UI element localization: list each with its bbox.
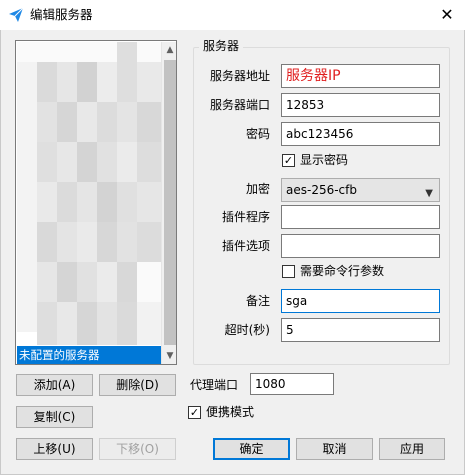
- move-up-button[interactable]: 上移(U): [16, 438, 93, 460]
- plugin-options-input[interactable]: [281, 234, 440, 258]
- portable-mode-label[interactable]: 便携模式: [206, 404, 254, 420]
- scroll-down-icon[interactable]: ▼: [162, 348, 176, 364]
- cancel-button[interactable]: 取消: [296, 438, 373, 460]
- encryption-select[interactable]: aes-256-cfb ▼: [281, 178, 440, 202]
- server-listbox[interactable]: 未配置的服务器 ▲ ▼: [15, 40, 177, 365]
- plugin-options-label: 插件选项: [221, 239, 270, 253]
- proxy-port-label: 代理端口: [190, 378, 239, 392]
- remarks-label: 备注: [245, 294, 270, 308]
- port-label: 服务器端口: [209, 98, 270, 112]
- title-bar: 编辑服务器 ✕: [0, 0, 465, 30]
- show-password-label[interactable]: 显示密码: [300, 152, 348, 168]
- timeout-input[interactable]: 5: [281, 318, 440, 342]
- encryption-label: 加密: [245, 182, 270, 196]
- needs-cmdline-checkbox[interactable]: [282, 265, 295, 278]
- server-group-legend: 服务器: [199, 38, 244, 54]
- list-item-selected[interactable]: 未配置的服务器: [17, 346, 161, 364]
- apply-button[interactable]: 应用: [379, 438, 445, 460]
- close-icon[interactable]: ✕: [436, 4, 458, 26]
- address-label: 服务器地址: [209, 69, 270, 83]
- show-password-checkbox[interactable]: ✓: [282, 154, 295, 167]
- window-title: 编辑服务器: [30, 7, 93, 22]
- move-down-button[interactable]: 下移(O): [99, 438, 176, 460]
- needs-cmdline-label[interactable]: 需要命令行参数: [300, 263, 384, 279]
- list-scrollbar[interactable]: ▲ ▼: [161, 42, 176, 364]
- delete-button[interactable]: 删除(D): [99, 374, 176, 396]
- port-input[interactable]: 12853: [281, 93, 440, 117]
- add-button[interactable]: 添加(A): [16, 374, 93, 396]
- password-input[interactable]: abc123456: [281, 122, 440, 146]
- portable-mode-checkbox[interactable]: ✓: [188, 406, 201, 419]
- blurred-list-content: [17, 42, 161, 345]
- plugin-input[interactable]: [281, 205, 440, 229]
- remarks-input[interactable]: sga: [281, 289, 440, 313]
- copy-button[interactable]: 复制(C): [16, 406, 93, 428]
- timeout-label: 超时(秒): [224, 323, 270, 337]
- plugin-label: 插件程序: [221, 210, 270, 224]
- proxy-port-input[interactable]: 1080: [250, 373, 334, 395]
- paper-plane-icon: [9, 7, 24, 22]
- encryption-value: aes-256-cfb: [286, 183, 357, 197]
- address-input[interactable]: 服务器IP: [281, 64, 440, 88]
- ok-button[interactable]: 确定: [213, 438, 290, 460]
- chevron-down-icon: ▼: [425, 188, 433, 199]
- scroll-up-icon[interactable]: ▲: [162, 42, 176, 58]
- password-label: 密码: [245, 127, 270, 141]
